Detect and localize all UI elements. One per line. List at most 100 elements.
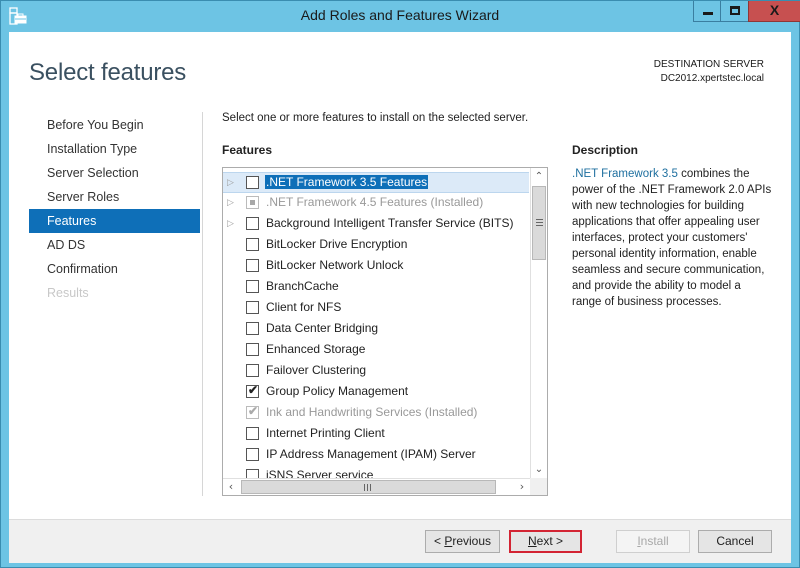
feature-label: Data Center Bridging — [266, 321, 379, 335]
feature-checkbox[interactable] — [246, 301, 259, 314]
destination-server-info: DESTINATION SERVER DC2012.xpertstec.loca… — [654, 58, 764, 86]
nav-item-confirmation[interactable]: Confirmation — [29, 257, 200, 281]
feature-checkbox[interactable] — [246, 427, 259, 440]
feature-row[interactable]: Data Center Bridging — [223, 319, 529, 340]
destination-server-name: DC2012.xpertstec.local — [660, 73, 764, 84]
nav-item-server-selection[interactable]: Server Selection — [29, 161, 200, 185]
horizontal-scrollbar[interactable]: ‹ › — [223, 478, 530, 495]
feature-label: .NET Framework 3.5 Features — [265, 175, 429, 189]
description-text: .NET Framework 3.5 combines the power of… — [572, 166, 772, 310]
description-heading: Description — [572, 143, 639, 157]
vertical-scrollbar[interactable]: ⌃ ⌄ — [530, 168, 547, 478]
partial-check-icon — [250, 200, 255, 205]
wizard-window: Add Roles and Features Wizard X Select f… — [0, 0, 800, 568]
feature-checkbox[interactable] — [246, 176, 259, 189]
feature-checkbox[interactable] — [246, 322, 259, 335]
nav-item-before-you-begin[interactable]: Before You Begin — [29, 113, 200, 137]
next-accel: N — [527, 534, 537, 548]
feature-row[interactable]: BranchCache — [223, 277, 529, 298]
checkmark-icon: ✔ — [248, 404, 259, 418]
previous-prefix: < — [433, 534, 445, 548]
expand-arrow-icon[interactable]: ▷ — [227, 197, 235, 207]
feature-checkbox[interactable]: ✔ — [246, 404, 259, 419]
nav-item-results: Results — [47, 286, 89, 300]
horizontal-scroll-thumb[interactable] — [241, 480, 496, 494]
grip-icon — [364, 484, 371, 491]
features-rows: ▷ .NET Framework 3.5 Features ▷ .NET Framew… — [223, 172, 529, 487]
feature-label: Client for NFS — [266, 300, 342, 314]
description-link[interactable]: .NET Framework 3.5 — [572, 168, 678, 180]
minimize-icon — [703, 12, 713, 15]
close-button[interactable]: X — [748, 1, 800, 22]
feature-label: Group Policy Management — [266, 384, 409, 398]
cancel-button[interactable]: Cancel — [698, 530, 772, 553]
feature-row[interactable]: IP Address Management (IPAM) Server — [223, 445, 529, 466]
feature-label: IP Address Management (IPAM) Server — [266, 447, 476, 461]
feature-row[interactable]: Enhanced Storage — [223, 340, 529, 361]
feature-label: BitLocker Drive Encryption — [266, 237, 408, 251]
feature-row[interactable]: ▷ Background Intelligent Transfer Service… — [223, 214, 529, 235]
minimize-button[interactable] — [693, 1, 720, 22]
features-heading: Features — [222, 143, 273, 157]
close-icon: X — [769, 2, 780, 18]
next-rest: ext > — [536, 534, 564, 548]
feature-checkbox[interactable] — [246, 343, 259, 356]
feature-label: Enhanced Storage — [266, 342, 366, 356]
nav-item-server-roles[interactable]: Server Roles — [29, 185, 200, 209]
checkmark-icon: ✔ — [248, 383, 259, 397]
scroll-up-icon[interactable]: ⌃ — [531, 168, 547, 185]
nav-item-ad-ds[interactable]: AD DS — [29, 233, 200, 257]
scroll-right-icon[interactable]: › — [514, 479, 530, 495]
feature-row[interactable]: ✔ Ink and Handwriting Services (Installed… — [223, 403, 529, 424]
scroll-down-icon[interactable]: ⌄ — [531, 461, 547, 478]
feature-checkbox[interactable] — [246, 196, 259, 209]
feature-row[interactable]: Failover Clustering — [223, 361, 529, 382]
feature-label: BitLocker Network Unlock — [266, 258, 404, 272]
previous-button[interactable]: < Previous — [425, 530, 500, 553]
destination-server-label: DESTINATION SERVER — [653, 59, 764, 70]
feature-checkbox[interactable] — [246, 364, 259, 377]
feature-checkbox[interactable] — [246, 448, 259, 461]
feature-label: Internet Printing Client — [266, 426, 385, 440]
description-body: combines the power of the .NET Framework… — [572, 168, 772, 308]
features-tree-list[interactable]: ▷ .NET Framework 3.5 Features ▷ .NET Framew… — [222, 167, 548, 496]
grip-icon — [536, 219, 543, 226]
instruction-text: Select one or more features to install o… — [222, 112, 529, 124]
previous-rest: revious — [452, 534, 492, 548]
feature-label: Failover Clustering — [266, 363, 367, 377]
expand-arrow-icon[interactable]: ▷ — [227, 218, 235, 228]
feature-label: Background Intelligent Transfer Service … — [266, 216, 514, 230]
feature-row[interactable]: ▷ .NET Framework 4.5 Features (Installed) — [223, 193, 529, 214]
next-button[interactable]: Next > — [509, 530, 582, 553]
feature-row[interactable]: Internet Printing Client — [223, 424, 529, 445]
feature-checkbox[interactable] — [246, 259, 259, 272]
scrollbar-corner — [530, 478, 547, 495]
install-button[interactable]: Install — [616, 530, 690, 553]
feature-checkbox[interactable] — [246, 238, 259, 251]
vertical-scroll-thumb[interactable] — [532, 186, 546, 260]
install-rest: nstall — [640, 534, 669, 548]
nav-divider — [202, 112, 203, 496]
feature-checkbox[interactable]: ✔ — [246, 383, 259, 398]
feature-row[interactable]: ▷ .NET Framework 3.5 Features — [223, 172, 529, 193]
scroll-left-icon[interactable]: ‹ — [223, 479, 239, 495]
wizard-footer: < Previous Next > Install Cancel — [9, 519, 791, 563]
feature-label: .NET Framework 4.5 Features (Installed) — [266, 195, 484, 209]
feature-row[interactable]: Client for NFS — [223, 298, 529, 319]
page-title: Select features — [29, 59, 187, 86]
feature-row[interactable]: BitLocker Drive Encryption — [223, 235, 529, 256]
feature-label: Ink and Handwriting Services (Installed) — [266, 405, 478, 419]
feature-checkbox[interactable] — [246, 217, 259, 230]
maximize-button[interactable] — [720, 1, 748, 22]
maximize-icon — [730, 6, 740, 15]
wizard-client-area: Select features DESTINATION SERVER DC201… — [9, 32, 791, 563]
feature-row[interactable]: BitLocker Network Unlock — [223, 256, 529, 277]
wizard-steps-nav: Before You Begin Installation Type Server … — [29, 113, 200, 305]
feature-label: BranchCache — [266, 279, 339, 293]
expand-arrow-icon[interactable]: ▷ — [227, 177, 235, 187]
feature-checkbox[interactable] — [246, 280, 259, 293]
feature-row[interactable]: ✔ Group Policy Management — [223, 382, 529, 403]
nav-item-installation-type[interactable]: Installation Type — [29, 137, 200, 161]
title-bar[interactable]: Add Roles and Features Wizard X — [1, 1, 800, 31]
nav-item-features[interactable]: Features — [29, 209, 200, 233]
